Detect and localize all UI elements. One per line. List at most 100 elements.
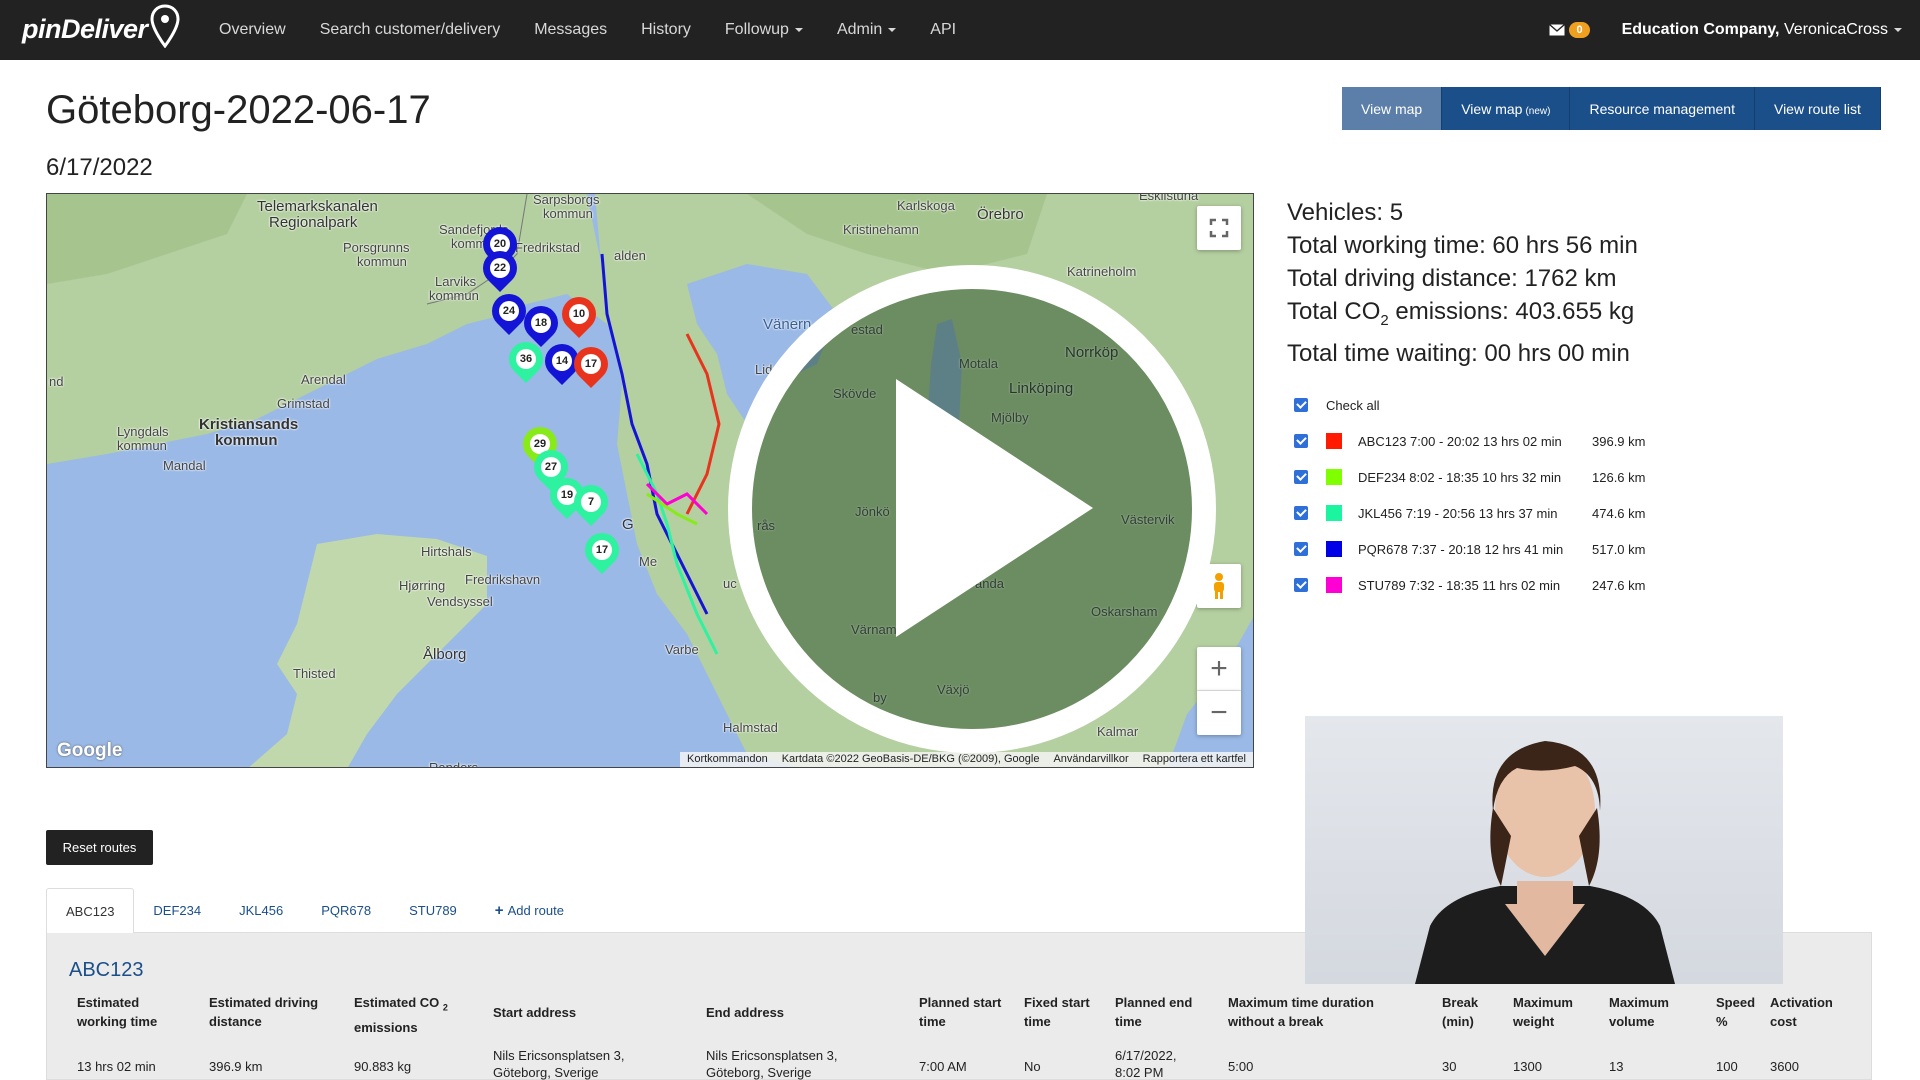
caret-down-icon xyxy=(794,28,803,32)
col-header-driving-distance: Estimated driving distance xyxy=(209,993,318,1031)
route-checkbox[interactable] xyxy=(1294,434,1308,448)
tab-pqr678[interactable]: PQR678 xyxy=(302,888,390,933)
header-line: time xyxy=(1115,1014,1142,1029)
route-toggle-list: Check all ABC123 7:00 - 20:02 13 hrs 02 … xyxy=(1294,387,1645,603)
check-all-label: Check all xyxy=(1326,397,1380,413)
col-header-fixed-start: Fixed start time xyxy=(1024,993,1090,1031)
user-menu-dropdown[interactable]: Education Company, VeronicaCross xyxy=(1622,21,1902,39)
col-header-max-volume: Maximum volume xyxy=(1609,993,1669,1031)
tab-def234[interactable]: DEF234 xyxy=(134,888,220,933)
cell-fixed-start: No xyxy=(1024,1059,1041,1074)
nav-admin-dropdown[interactable]: Admin xyxy=(820,0,913,60)
header-line: Estimated xyxy=(77,995,140,1010)
address-line: Göteborg, Sverige xyxy=(493,1065,599,1080)
nav-admin-label: Admin xyxy=(836,21,883,38)
nav-history-label: History xyxy=(641,21,691,38)
header-line: Maximum xyxy=(1609,995,1669,1010)
route-color-swatch xyxy=(1326,541,1342,557)
header-line: Estimated CO xyxy=(354,995,440,1010)
header-line: cost xyxy=(1770,1014,1797,1029)
view-map-button[interactable]: View map xyxy=(1342,87,1443,130)
co2-suffix: emissions: 403.655 kg xyxy=(1388,298,1635,325)
caret-down-icon xyxy=(1894,28,1902,32)
route-map[interactable]: Telemarkskanalen Regionalpark Sarpsborgs… xyxy=(46,193,1254,768)
nav-api[interactable]: API xyxy=(913,0,973,60)
add-route-button[interactable]: + Add route xyxy=(476,888,583,933)
time-line: 8:02 PM xyxy=(1115,1065,1164,1080)
nav-history[interactable]: History xyxy=(624,0,708,60)
nav-followup-dropdown[interactable]: Followup xyxy=(708,0,820,60)
cell-working-time: 13 hrs 02 min xyxy=(77,1059,156,1074)
route-distance: 517.0 km xyxy=(1592,541,1646,557)
nav-messages[interactable]: Messages xyxy=(517,0,624,60)
nav-followup-label: Followup xyxy=(724,21,789,38)
route-color-swatch xyxy=(1326,577,1342,593)
view-map-label: View map xyxy=(1361,100,1423,117)
resource-management-button[interactable]: Resource management xyxy=(1570,87,1755,130)
cell-activation-cost: 3600 xyxy=(1770,1059,1799,1074)
address-line: Nils Ericsonsplatsen 3, xyxy=(706,1048,838,1063)
nav-right: 0 Education Company, VeronicaCross xyxy=(1549,0,1902,60)
main-nav: Overview Search customer/delivery Messag… xyxy=(202,0,973,60)
header-line: Activation xyxy=(1770,995,1833,1010)
cell-max-volume: 13 xyxy=(1609,1059,1624,1074)
nav-overview-label: Overview xyxy=(219,21,286,38)
route-checkbox[interactable] xyxy=(1294,542,1308,556)
messages-button[interactable]: 0 xyxy=(1549,22,1590,38)
nav-search[interactable]: Search customer/delivery xyxy=(303,0,518,60)
route-label: JKL456 7:19 - 20:56 13 hrs 37 min xyxy=(1358,505,1558,521)
route-distance: 474.6 km xyxy=(1592,505,1646,521)
view-map-new-button[interactable]: View map (new) xyxy=(1442,87,1571,130)
nav-overview[interactable]: Overview xyxy=(202,0,303,60)
header-line: time xyxy=(919,1014,946,1029)
map-pin-icon xyxy=(150,4,180,48)
brand-name: pinDeliver xyxy=(22,13,148,44)
route-checkbox[interactable] xyxy=(1294,578,1308,592)
header-line: Estimated driving xyxy=(209,995,319,1010)
route-color-swatch xyxy=(1326,505,1342,521)
col-header-co2: Estimated CO 2 emissions xyxy=(354,993,448,1037)
route-row: DEF234 8:02 - 18:35 10 hrs 32 min 126.6 … xyxy=(1294,459,1645,495)
route-checkbox[interactable] xyxy=(1294,506,1308,520)
address-line: Nils Ericsonsplatsen 3, xyxy=(493,1048,625,1063)
header-line: Maximum time duration xyxy=(1228,995,1374,1010)
route-stats: Vehicles: 5 Total working time: 60 hrs 5… xyxy=(1287,196,1638,370)
view-button-group: View map View map (new) Resource manageme… xyxy=(1342,87,1881,130)
cell-break: 30 xyxy=(1442,1059,1457,1074)
route-checkbox[interactable] xyxy=(1294,470,1308,484)
tab-jkl456[interactable]: JKL456 xyxy=(220,888,302,933)
col-header-max-weight: Maximum weight xyxy=(1513,993,1573,1031)
stat-driving-distance: Total driving distance: 1762 km xyxy=(1287,265,1617,292)
stat-waiting: Total time waiting: 00 hrs 00 min xyxy=(1287,339,1630,367)
header-line: % xyxy=(1716,1014,1728,1029)
stat-co2: Total CO2 emissions: 403.655 kg xyxy=(1287,295,1638,337)
video-play-overlay[interactable] xyxy=(47,194,1254,768)
panel-title: ABC123 xyxy=(69,959,144,981)
presenter-video xyxy=(1305,716,1783,984)
brand-logo[interactable]: pinDeliver xyxy=(22,4,180,52)
reset-routes-button[interactable]: Reset routes xyxy=(46,830,153,865)
route-distance: 247.6 km xyxy=(1592,577,1646,593)
route-row: ABC123 7:00 - 20:02 13 hrs 02 min 396.9 … xyxy=(1294,423,1645,459)
route-row: PQR678 7:37 - 20:18 12 hrs 41 min 517.0 … xyxy=(1294,531,1645,567)
header-line: Fixed start xyxy=(1024,995,1090,1010)
top-navbar: pinDeliver Overview Search customer/deli… xyxy=(0,0,1920,60)
col-header-start-address: Start address xyxy=(493,1005,577,1020)
cell-driving-distance: 396.9 km xyxy=(209,1059,263,1074)
check-all-checkbox[interactable] xyxy=(1294,398,1308,412)
tab-stu789[interactable]: STU789 xyxy=(390,888,476,933)
address-line: Göteborg, Sverige xyxy=(706,1065,812,1080)
col-header-activation-cost: Activation cost xyxy=(1770,993,1833,1031)
date-line: 6/17/2022, xyxy=(1115,1048,1177,1063)
route-label: DEF234 8:02 - 18:35 10 hrs 32 min xyxy=(1358,469,1562,485)
header-line: emissions xyxy=(354,1019,418,1035)
header-line: Planned end xyxy=(1115,995,1193,1010)
stat-working-time: Total working time: 60 hrs 56 min xyxy=(1287,232,1638,259)
header-line: (min) xyxy=(1442,1014,1474,1029)
header-line: weight xyxy=(1513,1014,1555,1029)
cell-planned-end: 6/17/2022, 8:02 PM xyxy=(1115,1047,1176,1080)
tab-abc123[interactable]: ABC123 xyxy=(46,888,135,934)
view-route-list-button[interactable]: View route list xyxy=(1754,87,1881,130)
header-line: distance xyxy=(209,1014,262,1029)
col-header-speed: Speed% xyxy=(1716,993,1755,1031)
